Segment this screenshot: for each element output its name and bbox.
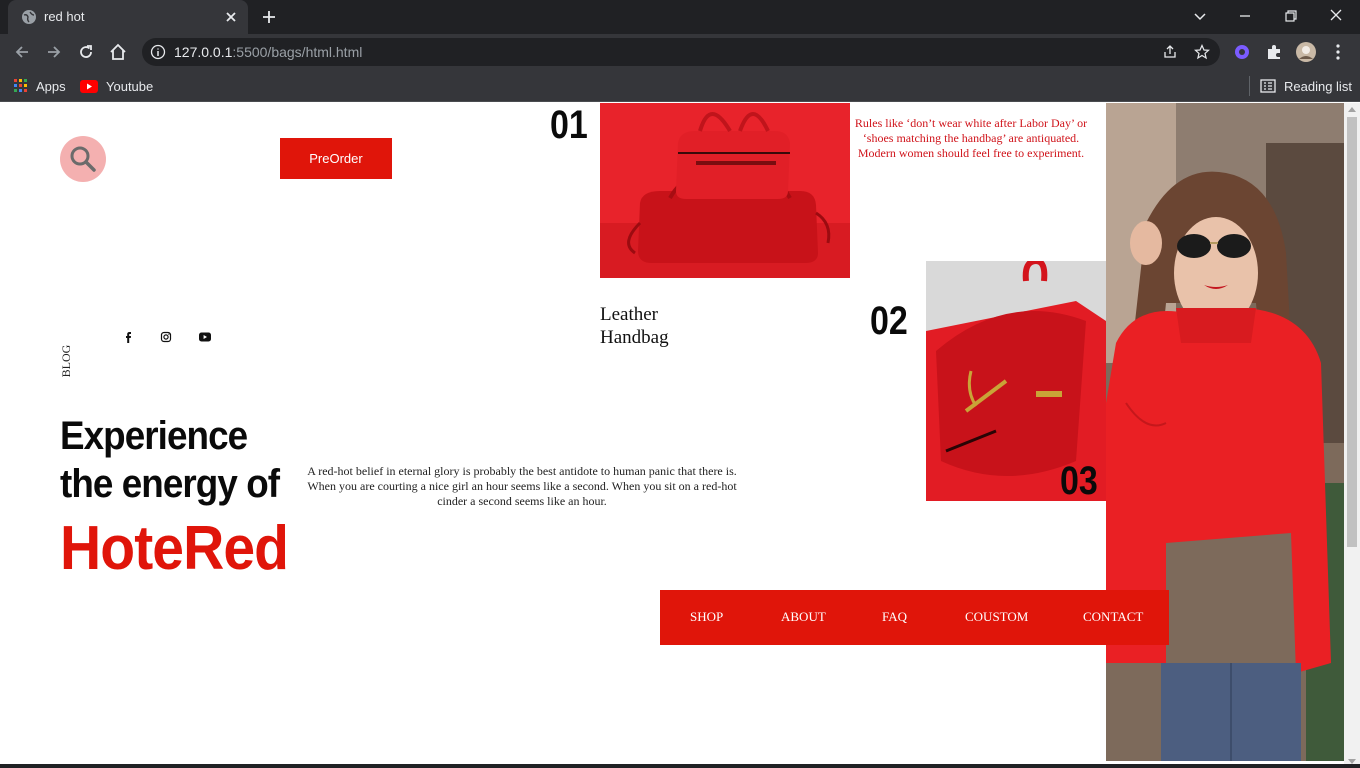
- nav-custom[interactable]: COUSTOM: [965, 609, 1028, 625]
- blog-link[interactable]: BLOG: [46, 345, 86, 378]
- reload-icon[interactable]: [76, 42, 96, 62]
- instagram-icon[interactable]: [158, 329, 174, 345]
- scroll-up-arrow-icon[interactable]: [1348, 107, 1356, 112]
- address-bar[interactable]: 127.0.0.1:5500/bags/html.html: [142, 38, 1220, 66]
- model-photo: [1106, 103, 1344, 761]
- reading-list-button[interactable]: Reading list: [1260, 77, 1352, 95]
- reading-list-icon: [1260, 79, 1276, 93]
- profile-avatar-icon[interactable]: [1296, 42, 1316, 62]
- web-page: PreOrder BLOG Experience the energy of H…: [0, 103, 1344, 768]
- bookmark-label: Youtube: [106, 78, 154, 94]
- reading-list-label: Reading list: [1284, 78, 1352, 94]
- apps-grid-icon: [14, 79, 27, 92]
- back-icon[interactable]: [12, 42, 32, 62]
- nav-shop[interactable]: SHOP: [690, 609, 723, 625]
- extension-icon[interactable]: [1232, 42, 1252, 62]
- preorder-button[interactable]: PreOrder: [280, 138, 392, 179]
- hero-line-1: Experience: [60, 414, 248, 458]
- main-navigation: SHOP ABOUT FAQ COUSTOM CONTACT: [660, 590, 1169, 645]
- fashion-quote: Rules like ‘don’t wear white after Labor…: [854, 116, 1088, 160]
- site-info-icon[interactable]: [150, 44, 166, 60]
- extensions-puzzle-icon[interactable]: [1264, 42, 1284, 62]
- browser-tab-strip: red hot: [0, 0, 1360, 34]
- share-icon[interactable]: [1162, 44, 1178, 60]
- bookmarks-bar: Apps Youtube Reading list: [0, 70, 1360, 102]
- window-bottom-edge: [0, 764, 1360, 768]
- bookmark-star-icon[interactable]: [1194, 44, 1210, 60]
- url-text: 127.0.0.1:5500/bags/html.html: [174, 44, 363, 60]
- hero-line-2: the energy of: [60, 462, 280, 506]
- section-number-03: 03: [1060, 459, 1098, 501]
- nav-contact[interactable]: CONTACT: [1083, 609, 1143, 625]
- search-button[interactable]: [60, 136, 106, 182]
- hero-description: A red-hot belief in eternal glory is pro…: [307, 464, 737, 508]
- red-bags-photo: [600, 103, 850, 278]
- product-name: Leather Handbag: [600, 304, 669, 348]
- browser-tab[interactable]: red hot: [8, 0, 248, 34]
- new-tab-icon[interactable]: [260, 8, 278, 26]
- minimize-icon[interactable]: [1233, 6, 1257, 26]
- close-window-icon[interactable]: [1324, 6, 1348, 26]
- browser-toolbar: 127.0.0.1:5500/bags/html.html: [0, 34, 1360, 70]
- section-number-02: 02: [870, 299, 908, 343]
- scrollbar-thumb[interactable]: [1347, 117, 1357, 547]
- model-image: [1106, 103, 1344, 761]
- red-bags-image: [600, 103, 850, 278]
- nav-faq[interactable]: FAQ: [882, 609, 907, 625]
- forward-icon[interactable]: [44, 42, 64, 62]
- section-number-01: 01: [550, 103, 588, 147]
- home-icon[interactable]: [108, 42, 128, 62]
- page-scrollbar[interactable]: [1344, 103, 1360, 768]
- tab-search-chevron-icon[interactable]: [1188, 6, 1212, 26]
- close-tab-icon[interactable]: [222, 8, 240, 26]
- youtube-icon: [80, 79, 98, 93]
- facebook-icon[interactable]: [120, 329, 136, 345]
- nav-about[interactable]: ABOUT: [781, 609, 826, 625]
- open-handbag-photo: 03: [926, 261, 1106, 501]
- bookmarks-divider: [1249, 76, 1250, 96]
- tab-title: red hot: [44, 9, 85, 24]
- restore-icon[interactable]: [1279, 6, 1303, 26]
- youtube-icon[interactable]: [197, 329, 213, 345]
- bookmark-apps[interactable]: Apps: [14, 77, 66, 95]
- bookmark-label: Apps: [36, 78, 66, 94]
- menu-kebab-icon[interactable]: [1328, 42, 1348, 62]
- bookmark-youtube[interactable]: Youtube: [80, 77, 153, 95]
- search-icon: [70, 146, 96, 172]
- globe-icon: [22, 10, 36, 24]
- brand-title: HoteRed: [60, 514, 289, 583]
